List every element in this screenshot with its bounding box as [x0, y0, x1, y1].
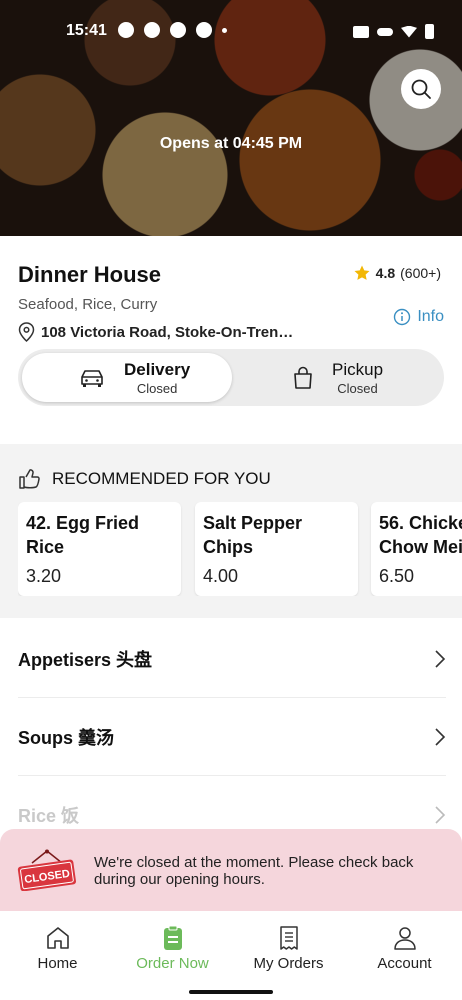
search-button[interactable]: [401, 69, 441, 109]
pickup-status: Closed: [337, 380, 378, 396]
recommended-item[interactable]: 42. Egg Fried Rice 3.20: [18, 502, 181, 596]
car-icon: [81, 369, 103, 387]
recommended-header: RECOMMENDED FOR YOU: [18, 468, 271, 490]
category-label: Appetisers 头盘: [18, 649, 153, 670]
recommended-item[interactable]: 56. Chicken Chow Mein 6.50: [371, 502, 462, 596]
recommended-item[interactable]: Salt Pepper Chips 4.00: [195, 502, 358, 596]
item-price: 6.50: [379, 566, 415, 586]
status-time: 15:41: [66, 22, 107, 39]
restaurant-name: Dinner House: [18, 262, 162, 287]
nav-home[interactable]: Home: [0, 925, 115, 972]
info-button[interactable]: Info: [393, 308, 444, 326]
nav-label: Account: [377, 955, 432, 972]
item-name: Salt Pepper Chips: [203, 513, 303, 557]
opening-time: Opens at 04:45 PM: [159, 135, 303, 152]
vpn-key-icon: [377, 27, 393, 36]
more-dot-icon: [222, 28, 227, 33]
wifi-icon: [401, 25, 417, 38]
notification-icons: [118, 22, 227, 38]
cuisine-list: Seafood, Rice, Curry: [18, 296, 158, 313]
delivery-option[interactable]: Delivery Closed: [22, 353, 232, 402]
delivery-label: Delivery: [124, 359, 191, 379]
item-name: 56. Chicken Chow Mein: [379, 513, 462, 557]
shopping-bag-icon: [294, 366, 312, 389]
android-icon: [196, 22, 212, 38]
order-icon: [163, 925, 182, 950]
hero-image: 15:41 Opens at 04:45 PM: [0, 0, 462, 236]
chevron-right-icon: [435, 649, 446, 668]
nav-label: Order Now: [136, 955, 209, 972]
app-notification-icon: [118, 22, 134, 38]
star-icon: [354, 265, 370, 280]
pickup-option[interactable]: Pickup Closed: [292, 353, 383, 402]
recommended-carousel[interactable]: 42. Egg Fried Rice 3.20 Salt Pepper Chip…: [18, 502, 462, 596]
order-mode-toggle: Delivery Closed Pickup Closed: [18, 349, 444, 406]
item-price: 3.20: [26, 566, 62, 586]
delivery-status: Closed: [136, 380, 178, 396]
item-price: 4.00: [203, 566, 239, 586]
nav-account[interactable]: Account: [347, 925, 462, 972]
account-icon: [393, 927, 416, 950]
info-icon: [394, 308, 411, 326]
category-appetisers[interactable]: Appetisers 头盘: [18, 620, 446, 698]
app-notification-icon: [144, 22, 160, 38]
chevron-right-icon: [435, 805, 446, 824]
closed-banner: CLOSED We're closed at the moment. Pleas…: [0, 829, 462, 911]
category-soups[interactable]: Soups 羹汤: [18, 698, 446, 776]
nav-my-orders[interactable]: My Orders: [231, 925, 346, 972]
address: 108 Victoria Road, Stoke-On-Tren…: [18, 322, 293, 342]
android-icon: [170, 22, 186, 38]
recommended-section: RECOMMENDED FOR YOU 42. Egg Fried Rice 3…: [0, 444, 462, 618]
nav-order-now[interactable]: Order Now: [115, 925, 230, 972]
closed-message: We're closed at the moment. Please check…: [94, 854, 414, 888]
rating-count: (600+): [400, 265, 441, 281]
system-icons: [353, 24, 434, 39]
home-icon: [46, 927, 69, 949]
closed-sign-icon: CLOSED: [17, 849, 77, 891]
rating-value: 4.8: [375, 265, 396, 281]
pickup-label: Pickup: [332, 359, 384, 379]
address-text: 108 Victoria Road, Stoke-On-Tren…: [41, 323, 294, 341]
battery-icon: [425, 24, 434, 39]
gesture-bar[interactable]: [189, 990, 273, 994]
category-label: Soups 羹汤: [18, 727, 115, 748]
receipt-icon: [279, 926, 298, 950]
category-label: Rice 饭: [18, 805, 80, 826]
item-name: 42. Egg Fried Rice: [26, 513, 140, 557]
chevron-right-icon: [435, 727, 446, 746]
bottom-navigation: Home Order Now My Orders Account: [0, 911, 462, 1000]
location-pin-icon: [18, 322, 35, 342]
search-icon: [411, 79, 431, 99]
rating: 4.8 (600+): [353, 264, 441, 282]
nav-label: Home: [37, 955, 78, 972]
status-bar: 15:41: [0, 0, 462, 60]
info-label: Info: [417, 308, 444, 325]
recommended-title: RECOMMENDED FOR YOU: [52, 469, 271, 488]
nav-label: My Orders: [253, 955, 324, 972]
cast-icon: [353, 25, 369, 38]
thumbs-up-icon: [19, 469, 40, 489]
